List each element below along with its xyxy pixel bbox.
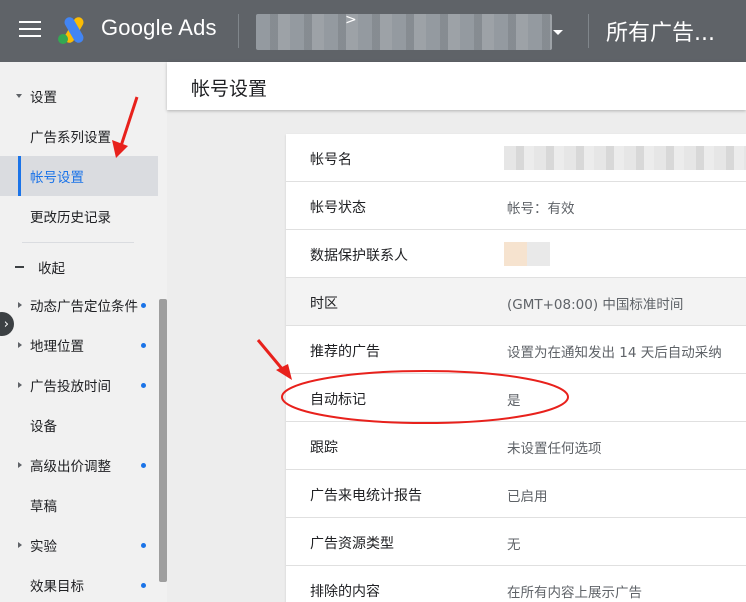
page-header: 帐号设置 — [167, 62, 746, 110]
sidebar-item-settings[interactable]: 设置 — [0, 76, 158, 116]
setting-value: 帐号：有效 — [507, 201, 575, 217]
expand-right-icon — [18, 542, 22, 548]
google-ads-logo-icon — [58, 17, 84, 44]
setting-row-auto-tagging[interactable]: 自动标记 是 — [286, 374, 746, 422]
setting-value: 是 — [507, 393, 521, 409]
setting-label: 跟踪 — [310, 440, 338, 456]
sidebar: 设置 广告系列设置 帐号设置 更改历史记录 收起 动态广告定位条件 地理位置 广… — [0, 62, 167, 602]
sidebar-item-experiments[interactable]: 实验 — [0, 525, 158, 565]
setting-label: 时区 — [310, 296, 338, 312]
setting-label: 自动标记 — [310, 392, 366, 408]
status-dot — [141, 582, 146, 588]
sidebar-item-label: 动态广告定位条件 — [30, 299, 138, 315]
expand-right-icon — [18, 462, 22, 468]
setting-row-data-protection-contact[interactable]: 数据保护联系人 — [286, 230, 746, 278]
setting-row-excluded-content[interactable]: 排除的内容 在所有内容上展示广告 — [286, 566, 746, 602]
settings-card: 帐号名 帐号状态 帐号：有效 数据保护联系人 时区 (GMT+08:00) 中国… — [286, 134, 746, 602]
sidebar-collapse-toggle[interactable]: 收起 — [0, 247, 158, 287]
sidebar-item-locations[interactable]: 地理位置 — [0, 325, 158, 365]
setting-label: 广告来电统计报告 — [310, 488, 422, 504]
sidebar-item-dynamic-ad-targets[interactable]: 动态广告定位条件 — [0, 285, 158, 325]
setting-value: 设置为在通知发出 14 天后自动采纳 — [507, 345, 722, 361]
sidebar-item-label: 实验 — [30, 539, 57, 555]
sidebar-item-label: 更改历史记录 — [30, 210, 111, 226]
setting-row-account-status[interactable]: 帐号状态 帐号：有效 — [286, 182, 746, 230]
top-app-bar: Google Ads > 所有广告... — [0, 0, 746, 62]
setting-label: 帐号名 — [310, 152, 352, 168]
status-dot — [141, 382, 146, 388]
sidebar-divider — [22, 242, 134, 243]
sidebar-item-label: 广告投放时间 — [30, 379, 111, 395]
expand-right-icon — [18, 342, 22, 348]
status-dot — [141, 462, 146, 468]
sidebar-item-label: 效果目标 — [30, 579, 84, 595]
hamburger-menu-icon[interactable] — [19, 21, 41, 39]
sidebar-item-performance-targets[interactable]: 效果目标 — [0, 565, 158, 602]
sidebar-item-campaign-settings[interactable]: 广告系列设置 — [0, 116, 158, 156]
setting-row-tracking[interactable]: 跟踪 未设置任何选项 — [286, 422, 746, 470]
setting-label: 推荐的广告 — [310, 344, 380, 360]
sidebar-scrollbar[interactable] — [159, 299, 167, 582]
sidebar-item-label: 草稿 — [30, 499, 57, 515]
expand-down-icon — [16, 94, 22, 98]
setting-label: 广告资源类型 — [310, 536, 394, 552]
setting-row-call-reporting[interactable]: 广告来电统计报告 已启用 — [286, 470, 746, 518]
sidebar-item-label: 地理位置 — [30, 339, 84, 355]
sidebar-item-label: 收起 — [38, 261, 65, 277]
setting-row-account-name[interactable]: 帐号名 — [286, 134, 746, 182]
breadcrumb-chevron-icon: > — [345, 12, 357, 28]
account-selector-redacted[interactable] — [256, 14, 552, 50]
expand-right-icon — [18, 302, 22, 308]
sidebar-item-label: 帐号设置 — [30, 170, 84, 186]
setting-row-inventory-type[interactable]: 广告资源类型 无 — [286, 518, 746, 566]
setting-value: 已启用 — [507, 489, 548, 505]
sidebar-item-account-settings[interactable]: 帐号设置 — [0, 156, 158, 196]
campaign-selector[interactable]: 所有广告... — [606, 15, 715, 47]
account-name-redacted — [504, 146, 746, 170]
sidebar-item-label: 广告系列设置 — [30, 130, 111, 146]
sidebar-item-change-history[interactable]: 更改历史记录 — [0, 196, 158, 236]
setting-value: (GMT+08:00) 中国标准时间 — [507, 297, 684, 313]
setting-row-time-zone[interactable]: 时区 (GMT+08:00) 中国标准时间 — [286, 278, 746, 326]
setting-label: 数据保护联系人 — [310, 248, 408, 264]
sidebar-item-label: 高级出价调整 — [30, 459, 111, 475]
expand-right-icon — [18, 382, 22, 388]
sidebar-item-bid-adjustments[interactable]: 高级出价调整 — [0, 445, 158, 485]
setting-value: 在所有内容上展示广告 — [507, 585, 642, 601]
setting-label: 帐号状态 — [310, 200, 366, 216]
setting-value: 未设置任何选项 — [507, 441, 602, 457]
page-title: 帐号设置 — [191, 78, 268, 100]
setting-label: 排除的内容 — [310, 584, 380, 600]
setting-row-recommended-ads[interactable]: 推荐的广告 设置为在通知发出 14 天后自动采纳 — [286, 326, 746, 374]
sidebar-item-drafts[interactable]: 草稿 — [0, 485, 158, 525]
status-dot — [141, 302, 146, 308]
sidebar-item-devices[interactable]: 设备 — [0, 405, 158, 445]
account-dropdown-icon[interactable] — [553, 30, 563, 35]
header-divider — [588, 14, 589, 48]
contact-redacted — [504, 242, 550, 266]
status-dot — [141, 542, 146, 548]
brand-name: Google Ads — [101, 15, 217, 40]
minus-icon — [15, 266, 24, 268]
header-divider — [238, 14, 239, 48]
main-content: 帐号设置 帐号名 帐号状态 帐号：有效 数据保护联系人 时区 (GMT+08:0… — [167, 62, 746, 602]
sidebar-item-label: 设置 — [30, 90, 57, 106]
sidebar-item-ad-schedule[interactable]: 广告投放时间 — [0, 365, 158, 405]
sidebar-item-label: 设备 — [30, 419, 57, 435]
status-dot — [141, 342, 146, 348]
setting-value: 无 — [507, 537, 521, 553]
